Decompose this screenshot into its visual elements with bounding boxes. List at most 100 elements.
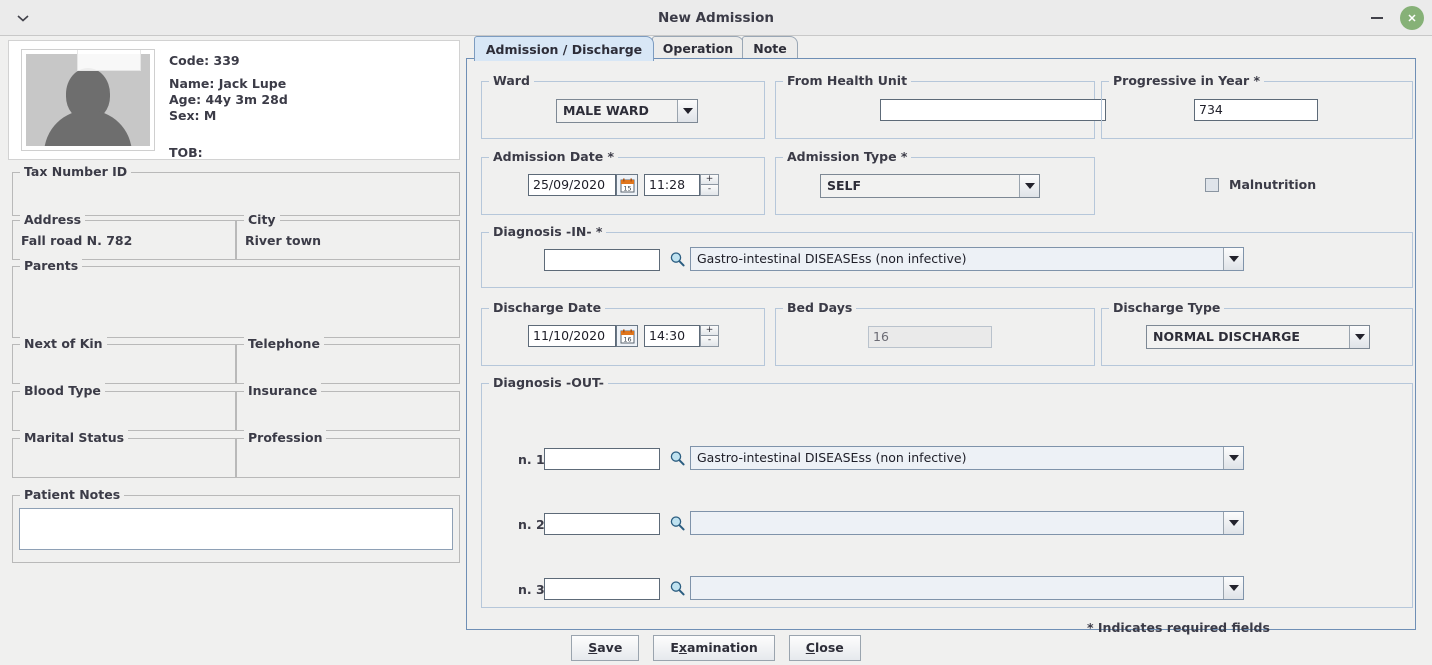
field-next-of-kin[interactable]: Next of Kin bbox=[12, 336, 236, 384]
field-telephone[interactable]: Telephone bbox=[236, 336, 460, 384]
patient-code: Code: 339 bbox=[169, 53, 240, 68]
patient-sex: Sex: M bbox=[169, 108, 217, 123]
patient-tob: TOB: bbox=[169, 145, 203, 160]
field-address[interactable]: Address Fall road N. 782 bbox=[12, 212, 236, 260]
field-city[interactable]: City River town bbox=[236, 212, 460, 260]
admission-date-input[interactable]: 25/09/2020 bbox=[528, 174, 616, 196]
bed-days-value: 16 bbox=[868, 326, 992, 348]
group-admission-date: Admission Date * 25/09/2020 15 11:28 + - bbox=[481, 149, 765, 215]
ward-value: MALE WARD bbox=[563, 103, 649, 118]
admission-type-select[interactable]: SELF bbox=[820, 174, 1040, 198]
diagnosis-in-code-input[interactable] bbox=[544, 249, 660, 271]
label-patient-notes: Patient Notes bbox=[20, 487, 125, 502]
tab-note[interactable]: Note bbox=[742, 36, 798, 59]
group-bed-days: Bed Days 16 bbox=[775, 300, 1095, 366]
label-diagnosis-in: Diagnosis -IN- * bbox=[489, 224, 607, 239]
close-icon[interactable] bbox=[1400, 6, 1424, 30]
label-bed-days: Bed Days bbox=[783, 300, 857, 315]
discharge-time-spinner[interactable]: + - bbox=[700, 325, 719, 347]
group-diagnosis-out: Diagnosis -OUT- n. 1 Gastro-intestinal D… bbox=[481, 375, 1413, 608]
chevron-down-icon[interactable] bbox=[1223, 248, 1243, 270]
value-address: Fall road N. 782 bbox=[21, 233, 133, 248]
diagnosis-out-3-select[interactable] bbox=[690, 576, 1244, 600]
malnutrition-checkbox[interactable] bbox=[1205, 178, 1219, 192]
chevron-down-icon[interactable] bbox=[677, 100, 697, 122]
label-address: Address bbox=[20, 212, 86, 227]
search-icon[interactable] bbox=[667, 249, 687, 269]
label-parents: Parents bbox=[20, 258, 83, 273]
label-city: City bbox=[244, 212, 280, 227]
label-insurance: Insurance bbox=[244, 383, 322, 398]
admission-time-input[interactable]: 11:28 bbox=[644, 174, 700, 196]
patient-panel: Code: 339 Name: Jack Lupe Age: 44y 3m 28… bbox=[4, 36, 462, 623]
field-marital-status[interactable]: Marital Status bbox=[12, 430, 236, 478]
patient-summary-card: Code: 339 Name: Jack Lupe Age: 44y 3m 28… bbox=[8, 40, 460, 160]
tab-admission-discharge[interactable]: Admission / Discharge bbox=[474, 36, 654, 61]
diagnosis-out-1-select[interactable]: Gastro-intestinal DISEASEss (non infecti… bbox=[690, 446, 1244, 470]
minimize-icon[interactable] bbox=[1366, 8, 1388, 28]
search-icon[interactable] bbox=[667, 578, 687, 598]
calendar-icon[interactable]: 16 bbox=[616, 325, 638, 347]
chevron-down-icon[interactable] bbox=[1019, 175, 1039, 197]
from-health-unit-input[interactable] bbox=[880, 99, 1106, 121]
search-icon[interactable] bbox=[667, 448, 687, 468]
label-tax-number-id: Tax Number ID bbox=[20, 164, 132, 179]
label-discharge-date: Discharge Date bbox=[489, 300, 606, 315]
group-from-health-unit: From Health Unit bbox=[775, 73, 1106, 139]
diagnosis-out-1-value: Gastro-intestinal DISEASEss (non infecti… bbox=[697, 450, 967, 465]
discharge-time-input[interactable]: 14:30 bbox=[644, 325, 700, 347]
field-blood-type[interactable]: Blood Type bbox=[12, 383, 236, 431]
diagnosis-out-2-select[interactable] bbox=[690, 511, 1244, 535]
spinner-down[interactable]: - bbox=[700, 185, 719, 196]
diagnosis-out-1-code-input[interactable] bbox=[544, 448, 660, 470]
label-marital-status: Marital Status bbox=[20, 430, 129, 445]
window-title: New Admission bbox=[657, 10, 774, 26]
patient-name: Name: Jack Lupe bbox=[169, 76, 287, 91]
chevron-down-icon[interactable] bbox=[1223, 577, 1243, 599]
patient-notes-textarea[interactable] bbox=[19, 508, 453, 550]
close-button[interactable]: Close bbox=[788, 634, 861, 661]
calendar-icon[interactable]: 15 bbox=[616, 174, 638, 196]
examination-label: Examination bbox=[670, 640, 758, 655]
diagnosis-in-select[interactable]: Gastro-intestinal DISEASEss (non infecti… bbox=[690, 247, 1244, 271]
tab-label: Note bbox=[753, 40, 787, 56]
label-blood-type: Blood Type bbox=[20, 383, 105, 398]
discharge-type-value: NORMAL DISCHARGE bbox=[1153, 329, 1300, 344]
label-discharge-type: Discharge Type bbox=[1109, 300, 1225, 315]
search-icon[interactable] bbox=[667, 513, 687, 533]
discharge-type-select[interactable]: NORMAL DISCHARGE bbox=[1146, 325, 1370, 349]
patient-age: Age: 44y 3m 28d bbox=[169, 92, 288, 107]
svg-text:16: 16 bbox=[623, 335, 631, 343]
label-profession: Profession bbox=[244, 430, 327, 445]
ward-select[interactable]: MALE WARD bbox=[556, 99, 698, 123]
discharge-date-input[interactable]: 11/10/2020 bbox=[528, 325, 616, 347]
label-admission-type: Admission Type * bbox=[783, 149, 912, 164]
avatar-overlay-strip bbox=[77, 50, 141, 71]
chevron-down-icon[interactable] bbox=[1223, 512, 1243, 534]
avatar bbox=[21, 49, 155, 151]
diagnosis-in-value: Gastro-intestinal DISEASEss (non infecti… bbox=[697, 251, 967, 266]
tab-label: Admission / Discharge bbox=[485, 41, 643, 57]
diagnosis-out-3-code-input[interactable] bbox=[544, 578, 660, 600]
spinner-down[interactable]: - bbox=[700, 336, 719, 347]
admission-type-value: SELF bbox=[827, 178, 862, 193]
chevron-down-icon[interactable] bbox=[1223, 447, 1243, 469]
value-city: River town bbox=[245, 233, 322, 248]
examination-button[interactable]: Examination bbox=[653, 634, 775, 661]
label-ward: Ward bbox=[489, 73, 534, 88]
diagnosis-out-2-code-input[interactable] bbox=[544, 513, 660, 535]
field-parents[interactable]: Parents bbox=[12, 258, 460, 338]
save-button[interactable]: Save bbox=[571, 634, 640, 661]
chevron-down-icon[interactable] bbox=[1349, 326, 1369, 348]
progressive-in-year-input[interactable]: 734 bbox=[1194, 99, 1318, 121]
tab-operation[interactable]: Operation bbox=[652, 36, 744, 59]
new-admission-window: New Admission Code: 339 Name: Jack Lupe … bbox=[0, 0, 1432, 665]
admission-time-spinner[interactable]: + - bbox=[700, 174, 719, 196]
field-insurance[interactable]: Insurance bbox=[236, 383, 460, 431]
field-tax-number-id[interactable]: Tax Number ID bbox=[12, 164, 460, 216]
group-ward: Ward MALE WARD bbox=[481, 73, 765, 139]
label-admission-date: Admission Date * bbox=[489, 149, 619, 164]
group-discharge-date: Discharge Date 11/10/2020 16 14:30 + - bbox=[481, 300, 765, 366]
tab-label: Operation bbox=[662, 40, 734, 56]
field-profession[interactable]: Profession bbox=[236, 430, 460, 478]
